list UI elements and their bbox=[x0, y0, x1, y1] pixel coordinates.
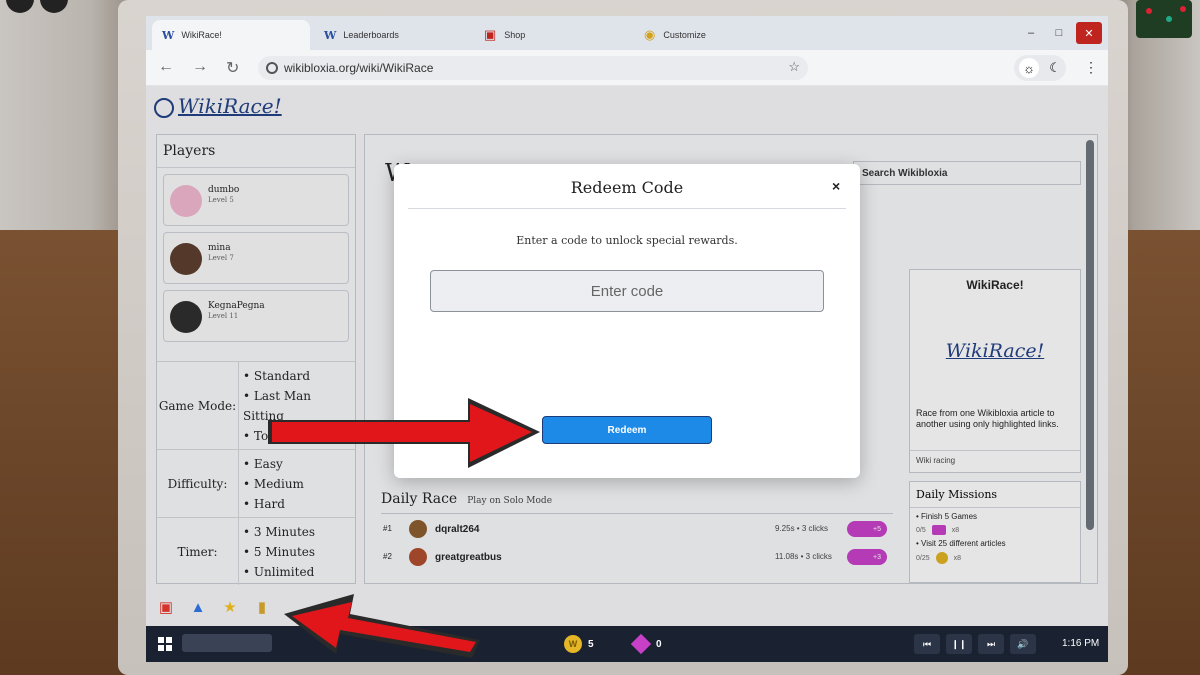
minimize-button[interactable]: – bbox=[1018, 22, 1044, 44]
laptop-screen: W WikiRace! W Leaderboards ▣ Shop ◉ Cust… bbox=[146, 16, 1108, 662]
red-arrow-to-redeem bbox=[268, 398, 540, 468]
back-arrow-icon[interactable]: ← bbox=[158, 58, 174, 76]
start-menu-icon[interactable] bbox=[158, 637, 172, 651]
more-menu-icon[interactable]: ⋮ bbox=[1084, 59, 1098, 76]
url-text: wikibloxia.org/wiki/WikiRace bbox=[284, 61, 434, 75]
tab-label: Leaderboards bbox=[343, 30, 399, 40]
tab-customize[interactable]: ◉ Customize bbox=[634, 20, 716, 50]
moon-icon[interactable]: ☾ bbox=[1049, 60, 1061, 76]
forward-arrow-icon[interactable]: → bbox=[192, 58, 208, 76]
tab-label: Shop bbox=[504, 30, 526, 40]
redeem-button[interactable]: Redeem bbox=[542, 416, 712, 444]
bookmark-star-icon[interactable]: ☆ bbox=[788, 59, 800, 75]
browser-address-bar: ← → ↻ wikibloxia.org/wiki/WikiRace ☆ ☼ ☾… bbox=[146, 50, 1108, 86]
tab-label: Customize bbox=[663, 30, 706, 40]
shop-basket-icon: ▣ bbox=[484, 27, 497, 42]
close-icon[interactable]: × bbox=[832, 178, 840, 194]
gem-balance: 0 bbox=[630, 633, 662, 655]
thumbs-up-icon[interactable]: ▲ bbox=[188, 598, 208, 618]
top-corner-buttons bbox=[0, 0, 90, 13]
taskbar-search[interactable] bbox=[182, 634, 272, 652]
sun-icon[interactable]: ☼ bbox=[1019, 58, 1040, 78]
clock: 1:16 PM bbox=[1062, 638, 1100, 649]
wikibloxia-logo-icon: W bbox=[162, 28, 174, 42]
tab-shop[interactable]: ▣ Shop bbox=[474, 20, 535, 50]
tab-leaderboards[interactable]: W Leaderboards bbox=[314, 20, 409, 50]
window-close-button[interactable]: ✕ bbox=[1076, 22, 1102, 44]
ticket-icon[interactable]: ▮ bbox=[252, 598, 272, 618]
palette-icon: ◉ bbox=[644, 27, 656, 42]
tab-label: WikiRace! bbox=[181, 30, 222, 40]
gem-icon bbox=[630, 633, 652, 655]
previous-track-icon[interactable]: ⏮ bbox=[914, 634, 940, 654]
dialog-subtitle: Enter a code to unlock special rewards. bbox=[516, 234, 738, 247]
wikibloxia-logo-icon: W bbox=[324, 28, 336, 42]
star-icon[interactable]: ★ bbox=[220, 598, 240, 618]
volume-icon[interactable]: 🔊 bbox=[1010, 634, 1036, 654]
next-track-icon[interactable]: ⏭ bbox=[978, 634, 1004, 654]
coin-icon: W bbox=[564, 635, 582, 653]
theme-toggle[interactable]: ☼ ☾ bbox=[1014, 55, 1066, 81]
browser-tab-bar: W WikiRace! W Leaderboards ▣ Shop ◉ Cust… bbox=[146, 16, 1108, 50]
gift-icon[interactable]: ▣ bbox=[156, 598, 176, 618]
dialog-title: Redeem Code bbox=[570, 178, 684, 197]
christmas-tree bbox=[1136, 0, 1192, 38]
maximize-button[interactable]: □ bbox=[1046, 22, 1072, 44]
red-arrow-to-ticket bbox=[284, 594, 480, 658]
quick-icons-bar: ▣ ▲ ★ ▮ bbox=[156, 598, 272, 618]
tab-wikirace[interactable]: W WikiRace! bbox=[152, 20, 310, 50]
coin-balance: W 5 bbox=[564, 635, 594, 653]
site-info-icon[interactable] bbox=[266, 62, 278, 74]
pause-icon[interactable]: ❙❙ bbox=[946, 634, 972, 654]
reload-icon[interactable]: ↻ bbox=[226, 58, 239, 78]
dialog-divider bbox=[408, 208, 846, 209]
code-input[interactable] bbox=[430, 270, 824, 312]
url-field[interactable]: wikibloxia.org/wiki/WikiRace ☆ bbox=[258, 56, 808, 80]
